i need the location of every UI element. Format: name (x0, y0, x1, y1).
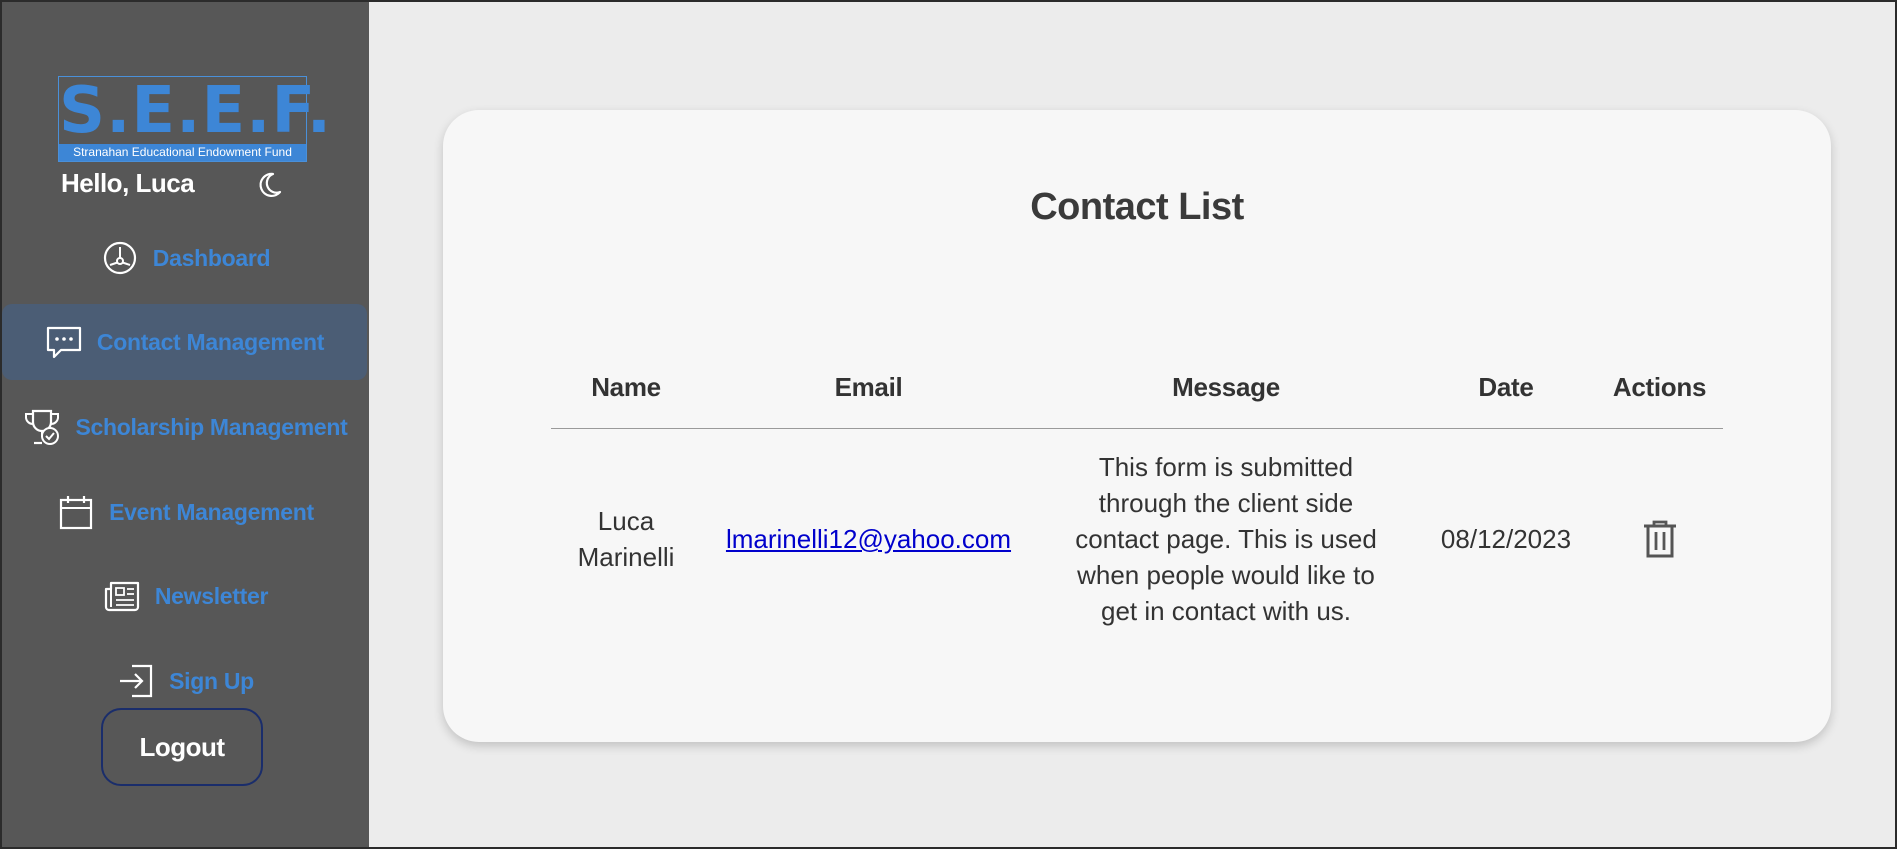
column-header-date: Date (1416, 346, 1596, 429)
sign-in-icon (120, 664, 153, 698)
calendar-icon (59, 496, 93, 530)
contact-email-link[interactable]: lmarinelli12@yahoo.com (726, 524, 1011, 554)
contact-date: 08/12/2023 (1440, 524, 1572, 554)
sidebar-item-label: Newsletter (154, 582, 269, 609)
sidebar-item-label: Sign Up (169, 667, 254, 694)
trophy-icon (25, 409, 60, 445)
seef-logo[interactable]: S.E.E.F. Stranahan Educational Endowment… (58, 74, 333, 162)
sidebar-item-scholarship-management[interactable]: Scholarship Management (2, 389, 369, 465)
table-header-row: Name Email Message Date Actions (551, 346, 1723, 429)
sidebar-item-label: Dashboard (152, 244, 271, 271)
sidebar-item-dashboard[interactable]: Dashboard (2, 220, 369, 296)
column-header-actions: Actions (1596, 346, 1723, 429)
contact-table: Name Email Message Date Actions Luca Mar… (551, 346, 1723, 649)
logo-title: S.E.E.F. (59, 74, 333, 148)
user-greeting: Hello, Luca (61, 168, 195, 198)
moon-icon[interactable] (254, 170, 284, 200)
table-row: Luca Marinelli lmarinelli12@yahoo.com Th… (551, 429, 1723, 650)
logout-button[interactable]: Logout (101, 708, 263, 786)
column-header-email: Email (701, 346, 1036, 429)
newspaper-icon (104, 581, 139, 612)
page-title: Contact List (1030, 186, 1244, 228)
contact-list-card: Contact List Name Email Message Date Act… (443, 110, 1831, 742)
sidebar-item-contact-management[interactable]: Contact Management (2, 304, 367, 380)
trash-icon[interactable] (1642, 519, 1678, 559)
sidebar-item-event-management[interactable]: Event Management (2, 474, 369, 550)
app-window: S.E.E.F. Stranahan Educational Endowment… (2, 2, 1895, 847)
sidebar-item-label: Event Management (109, 498, 314, 525)
dashboard-icon (103, 241, 136, 275)
contact-email-cell: lmarinelli12@yahoo.com (701, 429, 1036, 650)
contact-message: This form is submitted through the clien… (1075, 452, 1377, 626)
column-header-name: Name (551, 346, 701, 429)
logo-subtitle: Stranahan Educational Endowment Fund (59, 144, 306, 161)
chat-icon (46, 326, 82, 359)
sidebar-item-newsletter[interactable]: Newsletter (2, 558, 369, 634)
sidebar-item-label: Contact Management (96, 328, 325, 355)
column-header-message: Message (1036, 346, 1416, 429)
contact-name: Luca Marinelli (577, 506, 675, 572)
actions-cell (1596, 429, 1723, 650)
sidebar: S.E.E.F. Stranahan Educational Endowment… (2, 2, 369, 847)
sidebar-item-label: Scholarship Management (75, 413, 348, 440)
